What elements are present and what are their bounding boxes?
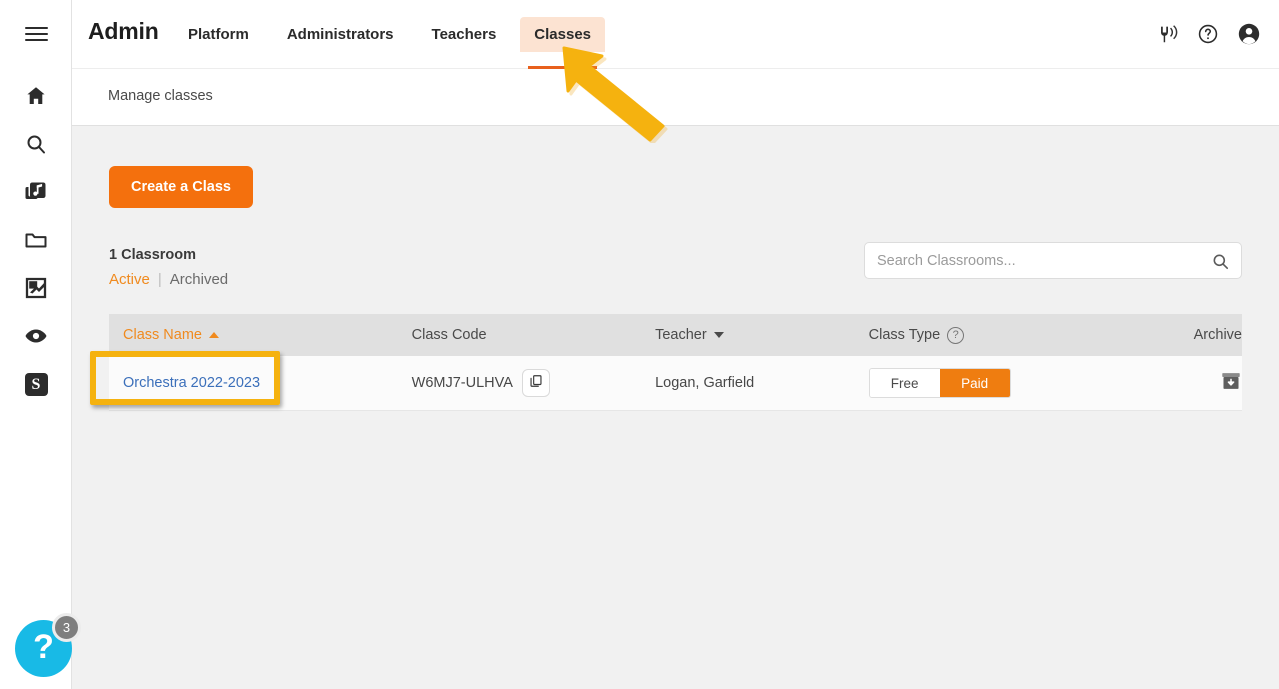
tuning-fork-icon[interactable] xyxy=(1157,23,1179,45)
sidebar-item-assignments[interactable] xyxy=(0,264,72,312)
search-input[interactable] xyxy=(865,243,1205,278)
cell-class-code: W6MJ7-ULHVA xyxy=(412,369,655,397)
table-row: Orchestra 2022-2023 W6MJ7-ULHVA Logan, G… xyxy=(109,356,1242,411)
left-sidebar: S xyxy=(0,0,72,689)
column-label-class-name: Class Name xyxy=(123,327,202,343)
filter-archived[interactable]: Archived xyxy=(170,271,228,288)
sort-descending-icon xyxy=(713,332,724,338)
table-header-row: Class Name Class Code Teacher Class Type… xyxy=(109,314,1242,356)
cell-archive xyxy=(1136,370,1242,396)
copy-class-code-button[interactable] xyxy=(521,369,550,397)
tab-platform[interactable]: Platform xyxy=(174,17,263,52)
sidebar-item-search[interactable] xyxy=(0,120,72,168)
column-label-class-type: Class Type xyxy=(868,327,941,343)
assignment-icon xyxy=(24,276,48,300)
main-content: Create a Class 1 Classroom Active | Arch… xyxy=(72,126,1279,689)
teacher-name: Logan, Garfield xyxy=(655,375,755,391)
search-icon xyxy=(24,132,48,156)
sort-ascending-icon xyxy=(208,332,219,338)
home-icon xyxy=(24,84,48,108)
sidebar-item-library[interactable] xyxy=(0,168,72,216)
tab-administrators[interactable]: Administrators xyxy=(273,17,408,52)
cell-teacher: Logan, Garfield xyxy=(655,375,869,391)
column-header-archive: Archive xyxy=(1136,327,1242,343)
column-label-archive: Archive xyxy=(1193,327,1242,343)
classroom-count: 1 Classroom xyxy=(109,247,197,263)
class-type-paid-option[interactable]: Paid xyxy=(939,369,1010,397)
column-label-teacher: Teacher xyxy=(655,327,707,343)
help-fab-badge[interactable]: 3 xyxy=(52,613,81,642)
subheader: Manage classes xyxy=(72,68,1279,126)
account-avatar-icon[interactable] xyxy=(1237,22,1261,46)
copy-icon xyxy=(529,374,543,392)
sidebar-item-folder[interactable] xyxy=(0,216,72,264)
column-header-class-code: Class Code xyxy=(412,327,655,343)
archive-button[interactable] xyxy=(1220,370,1242,396)
sidebar-item-home[interactable] xyxy=(0,72,72,120)
column-header-class-name[interactable]: Class Name xyxy=(123,327,412,343)
search-icon[interactable] xyxy=(1211,252,1230,276)
help-circle-icon[interactable]: ? xyxy=(947,326,965,344)
hamburger-icon xyxy=(24,26,48,42)
create-class-button[interactable]: Create a Class xyxy=(109,166,253,208)
primary-nav: Platform Administrators Teachers Classes xyxy=(174,0,615,69)
column-header-teacher[interactable]: Teacher xyxy=(655,327,869,343)
class-code-value: W6MJ7-ULHVA xyxy=(411,375,513,391)
folder-icon xyxy=(24,228,48,252)
help-circle-icon[interactable] xyxy=(1197,23,1219,45)
top-navbar: Admin Platform Administrators Teachers C… xyxy=(72,0,1279,69)
s-logo-icon: S xyxy=(24,372,48,396)
column-header-class-type: Class Type ? xyxy=(868,326,1136,344)
cell-class-name: Orchestra 2022-2023 xyxy=(123,375,412,391)
tab-classes[interactable]: Classes xyxy=(520,16,606,69)
sidebar-item-view[interactable] xyxy=(0,312,72,360)
class-type-toggle: Free Paid xyxy=(868,368,1011,398)
class-name-link[interactable]: Orchestra 2022-2023 xyxy=(123,375,260,391)
sidebar-item-s-logo[interactable]: S xyxy=(0,360,72,408)
column-label-class-code: Class Code xyxy=(411,327,487,343)
filter-separator: | xyxy=(157,271,162,288)
breadcrumb: Manage classes xyxy=(108,88,213,104)
sidebar-item-list: S xyxy=(0,72,72,408)
search-classrooms-box xyxy=(864,242,1242,279)
status-filter-group: Active | Archived xyxy=(109,271,228,288)
eye-icon xyxy=(24,324,48,348)
music-library-icon xyxy=(24,180,48,204)
page-title: Admin xyxy=(88,18,159,44)
topbar-icon-group xyxy=(1157,0,1261,68)
class-type-free-option[interactable]: Free xyxy=(869,369,940,397)
tab-teachers[interactable]: Teachers xyxy=(418,17,511,52)
archive-icon xyxy=(1220,370,1242,396)
app-root: S Admin Platform Administrators Teachers… xyxy=(0,0,1279,689)
classrooms-table: Class Name Class Code Teacher Class Type… xyxy=(109,314,1242,411)
hamburger-menu-button[interactable] xyxy=(0,0,72,68)
cell-class-type: Free Paid xyxy=(868,368,1136,398)
filter-active[interactable]: Active xyxy=(109,271,150,288)
